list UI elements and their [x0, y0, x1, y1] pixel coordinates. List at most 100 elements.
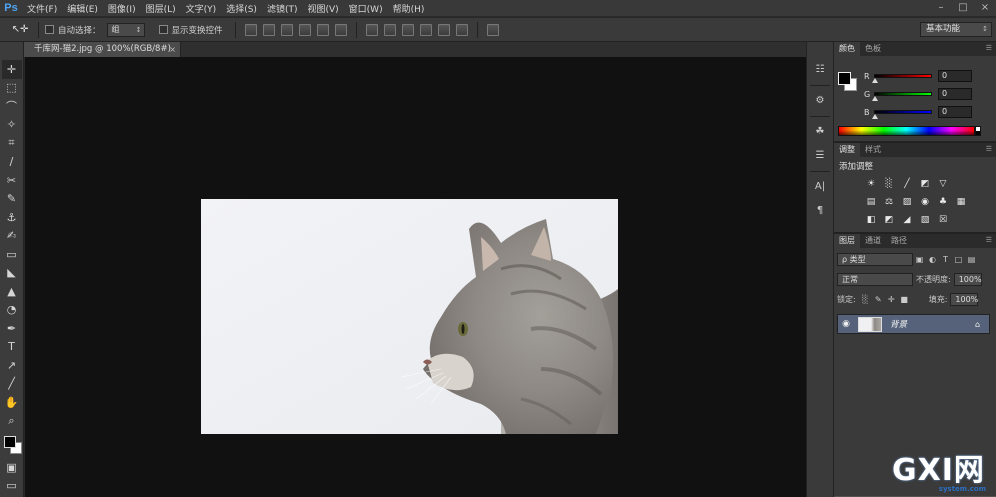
lock-image-icon[interactable]: ✎ [873, 294, 884, 305]
filter-pixel-icon[interactable]: ▣ [914, 254, 925, 265]
filter-adjust-icon[interactable]: ◐ [927, 254, 938, 265]
canvas-area[interactable] [25, 57, 806, 497]
green-value-input[interactable]: 0 [938, 88, 972, 100]
minimize-button[interactable]: – [934, 1, 948, 15]
menu-edit[interactable]: 编辑(E) [62, 2, 103, 15]
brightness-icon[interactable]: ☀ [864, 177, 878, 191]
distribute-bottom-icon[interactable] [401, 23, 414, 36]
green-slider-thumb[interactable] [872, 96, 878, 101]
distribute-hcenter-icon[interactable] [437, 23, 450, 36]
foreground-color-swatch[interactable] [838, 72, 851, 85]
layer-row[interactable]: ◉ 背景 ⌂ [837, 314, 990, 334]
workspace-dropdown[interactable]: 基本功能 [920, 22, 992, 37]
tab-adjustments[interactable]: 调整 [834, 143, 860, 157]
visibility-eye-icon[interactable]: ◉ [838, 319, 854, 329]
eyedropper-tool-icon[interactable]: ∕ [2, 153, 22, 172]
color-panel-swatches[interactable] [838, 72, 860, 94]
threshold-icon[interactable]: ◢ [900, 213, 914, 227]
screen-mode-icon[interactable]: ▭ [2, 477, 22, 496]
tab-styles[interactable]: 样式 [860, 143, 886, 157]
crop-tool-icon[interactable]: ⌗ [2, 134, 22, 153]
black-white-swatch[interactable] [975, 126, 981, 136]
red-value-input[interactable]: 0 [938, 70, 972, 82]
menu-window[interactable]: 窗口(W) [344, 2, 388, 15]
move-tool-icon[interactable]: ✛ [1, 60, 22, 79]
align-vcenter-icon[interactable] [262, 23, 275, 36]
tab-color[interactable]: 颜色 [834, 42, 860, 56]
healing-tool-icon[interactable]: ✂ [2, 171, 22, 190]
selective-color-icon[interactable]: ☒ [936, 213, 950, 227]
color-spectrum[interactable] [838, 126, 975, 136]
history-panel-icon[interactable]: ☷ [811, 61, 829, 79]
opacity-input[interactable]: 100% [953, 272, 982, 286]
layer-filter-dropdown[interactable]: ρ 类型 [837, 252, 913, 266]
marquee-tool-icon[interactable]: ⬚ [2, 79, 22, 98]
align-right-icon[interactable] [334, 23, 347, 36]
lock-all-icon[interactable]: ■ [899, 294, 910, 305]
red-slider-thumb[interactable] [872, 78, 878, 83]
dodge-tool-icon[interactable]: ◔ [2, 301, 22, 320]
color-lookup-icon[interactable]: ▦ [954, 195, 968, 209]
eraser-tool-icon[interactable]: ▭ [2, 245, 22, 264]
red-slider[interactable] [872, 74, 932, 83]
history-brush-tool-icon[interactable]: ✍ [2, 227, 22, 246]
show-transform-checkbox[interactable] [158, 25, 168, 34]
posterize-icon[interactable]: ◩ [882, 213, 896, 227]
line-tool-icon[interactable]: ╱ [2, 375, 22, 394]
pen-tool-icon[interactable]: ✒ [2, 319, 22, 338]
distribute-right-icon[interactable] [455, 23, 468, 36]
blend-mode-dropdown[interactable]: 正常 [837, 272, 913, 286]
maximize-button[interactable]: □ [956, 1, 970, 15]
distribute-vcenter-icon[interactable] [383, 23, 396, 36]
menu-filter[interactable]: 滤镜(T) [262, 2, 303, 15]
close-button[interactable]: × [978, 1, 992, 15]
foreground-color-swatch[interactable] [3, 436, 16, 448]
channel-mixer-icon[interactable]: ♣ [936, 195, 950, 209]
auto-select-dropdown[interactable]: 组 [106, 22, 145, 37]
menu-image[interactable]: 图像(I) [103, 2, 141, 15]
photo-filter-icon[interactable]: ◉ [918, 195, 932, 209]
tool-preset-picker[interactable]: ↖✛ [8, 21, 32, 39]
color-balance-icon[interactable]: ⚖ [882, 195, 896, 209]
document-tab[interactable]: 千库网-猫2.jpg @ 100%(RGB/8#) × [24, 42, 181, 57]
distribute-left-icon[interactable] [419, 23, 432, 36]
exposure-icon[interactable]: ◩ [918, 177, 932, 191]
character-panel-icon[interactable]: A| [811, 178, 829, 196]
auto-align-icon[interactable] [486, 23, 499, 36]
blue-slider[interactable] [872, 110, 932, 119]
menu-type[interactable]: 文字(Y) [181, 2, 222, 15]
menu-view[interactable]: 视图(V) [302, 2, 343, 15]
panel-menu-icon[interactable]: ☰ [986, 44, 992, 52]
filter-shape-icon[interactable]: □ [953, 254, 964, 265]
align-top-icon[interactable] [244, 23, 257, 36]
curves-icon[interactable]: ╱ [900, 177, 914, 191]
document-image[interactable] [201, 199, 618, 434]
brush-panel-icon[interactable]: ☘ [811, 123, 829, 141]
black-white-icon[interactable]: ▨ [900, 195, 914, 209]
tab-paths[interactable]: 路径 [886, 234, 912, 248]
fill-input[interactable]: 100% [950, 292, 979, 306]
zoom-tool-icon[interactable]: ⌕ [2, 412, 22, 431]
menu-select[interactable]: 选择(S) [221, 2, 262, 15]
align-hcenter-icon[interactable] [316, 23, 329, 36]
blue-slider-thumb[interactable] [872, 114, 878, 119]
blur-tool-icon[interactable]: ▲ [2, 282, 22, 301]
brush-presets-icon[interactable]: ☰ [811, 147, 829, 165]
green-slider[interactable] [872, 92, 932, 101]
lock-transparent-icon[interactable]: ░ [860, 294, 871, 305]
close-tab-icon[interactable]: × [169, 42, 176, 57]
color-swatches[interactable] [2, 434, 22, 458]
filter-type-icon[interactable]: T [940, 254, 951, 265]
tab-channels[interactable]: 通道 [860, 234, 886, 248]
menu-help[interactable]: 帮助(H) [388, 2, 430, 15]
paragraph-panel-icon[interactable]: ¶ [811, 202, 829, 220]
levels-icon[interactable]: ░ [882, 177, 896, 191]
auto-select-checkbox[interactable] [45, 25, 54, 34]
hue-saturation-icon[interactable]: ▤ [864, 195, 878, 209]
properties-panel-icon[interactable]: ⚙ [811, 92, 829, 110]
align-left-icon[interactable] [298, 23, 311, 36]
gradient-map-icon[interactable]: ▧ [918, 213, 932, 227]
panel-menu-icon[interactable]: ☰ [986, 145, 992, 153]
magic-wand-tool-icon[interactable]: ✧ [2, 116, 22, 135]
stamp-tool-icon[interactable]: ⚓ [2, 208, 22, 227]
